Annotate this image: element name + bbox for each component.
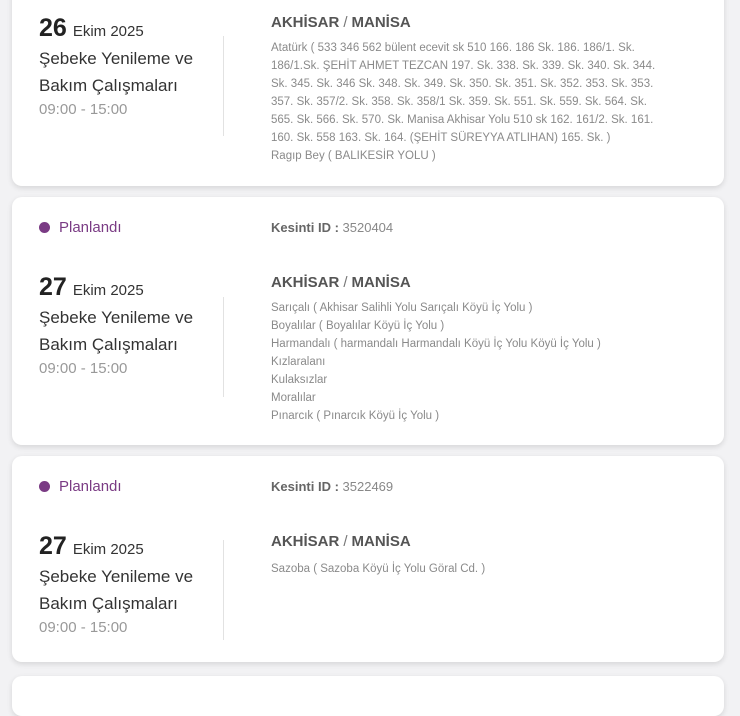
date-block: 26 Ekim 2025 Şebeke Yenileme ve Bakım Ça… <box>39 14 219 118</box>
status-badge: Planlandı <box>39 478 122 495</box>
outage-card: Planlandı Kesinti ID : 3522469 27 Ekim 2… <box>12 456 724 662</box>
vertical-divider <box>223 36 224 136</box>
affected-streets: Atatürk ( 533 346 562 bülent ecevit sk 5… <box>271 39 671 165</box>
status-badge: Planlandı <box>39 219 122 236</box>
outage-time: 09:00 - 15:00 <box>39 619 128 636</box>
outage-title: Şebeke Yenileme ve Bakım Çalışmaları <box>39 49 194 95</box>
status-dot-icon <box>39 481 50 492</box>
status-label: Planlandı <box>59 219 122 236</box>
district-name: AKHİSAR <box>271 274 340 291</box>
location-separator: / <box>343 533 348 550</box>
vertical-divider <box>223 540 224 640</box>
outage-title: Şebeke Yenileme ve Bakım Çalışmaları <box>39 308 194 354</box>
province-name: MANİSA <box>351 533 411 550</box>
province-name: MANİSA <box>351 14 411 31</box>
location-separator: / <box>343 274 348 291</box>
street-item: Atatürk ( 533 346 562 bülent ecevit sk 5… <box>271 42 656 144</box>
outage-location: AKHİSAR / MANİSA <box>271 274 411 291</box>
status-label: Planlandı <box>59 478 122 495</box>
street-item: Boyalılar ( Boyalılar Köyü İç Yolu ) <box>271 320 445 332</box>
street-item: Kulaksızlar <box>271 374 328 386</box>
date-block: 27 Ekim 2025 Şebeke Yenileme ve Bakım Ça… <box>39 532 219 636</box>
outage-day: 27 <box>39 273 67 301</box>
outage-card: 26 Ekim 2025 Şebeke Yenileme ve Bakım Ça… <box>12 0 724 186</box>
street-item: Harmandalı ( harmandalı Harmandalı Köyü … <box>271 338 601 350</box>
date-block: 27 Ekim 2025 Şebeke Yenileme ve Bakım Ça… <box>39 273 219 377</box>
street-item: Pınarcık ( Pınarcık Köyü İç Yolu ) <box>271 410 440 422</box>
street-item: Sazoba ( Sazoba Köyü İç Yolu Göral Cd. ) <box>271 563 486 575</box>
district-name: AKHİSAR <box>271 533 340 550</box>
outage-id-label: Kesinti ID : <box>271 220 339 235</box>
affected-streets: Sarıçalı ( Akhisar Salihli Yolu Sarıçalı… <box>271 299 671 425</box>
street-item: Sarıçalı ( Akhisar Salihli Yolu Sarıçalı… <box>271 302 533 314</box>
outage-day: 27 <box>39 532 67 560</box>
outage-location: AKHİSAR / MANİSA <box>271 14 411 31</box>
district-name: AKHİSAR <box>271 14 340 31</box>
outage-location: AKHİSAR / MANİSA <box>271 533 411 550</box>
street-item: Ragıp Bey ( BALIKESİR YOLU ) <box>271 150 436 162</box>
outage-time: 09:00 - 15:00 <box>39 360 128 377</box>
outage-month-year: Ekim 2025 <box>72 541 144 558</box>
status-dot-icon <box>39 222 50 233</box>
outage-id-label: Kesinti ID : <box>271 479 339 494</box>
outage-id: Kesinti ID : 3520404 <box>271 220 393 235</box>
outage-time: 09:00 - 15:00 <box>39 101 128 118</box>
street-item: Moralılar <box>271 392 316 404</box>
outage-id-value: 3520404 <box>342 220 394 235</box>
location-separator: / <box>343 14 348 31</box>
affected-streets: Sazoba ( Sazoba Köyü İç Yolu Göral Cd. ) <box>271 560 671 578</box>
outage-month-year: Ekim 2025 <box>72 282 144 299</box>
outage-day: 26 <box>39 14 67 42</box>
vertical-divider <box>223 297 224 397</box>
province-name: MANİSA <box>351 274 411 291</box>
outage-title: Şebeke Yenileme ve Bakım Çalışmaları <box>39 567 194 613</box>
outage-id: Kesinti ID : 3522469 <box>271 479 393 494</box>
outage-id-value: 3522469 <box>342 479 394 494</box>
outage-card <box>12 676 724 716</box>
outage-month-year: Ekim 2025 <box>72 23 144 40</box>
outage-card: Planlandı Kesinti ID : 3520404 27 Ekim 2… <box>12 197 724 445</box>
street-item: Kızlaralanı <box>271 356 326 368</box>
